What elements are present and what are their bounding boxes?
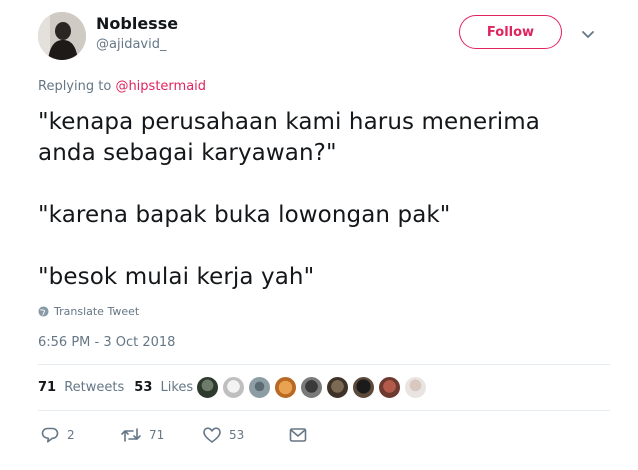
tweet-text: "kenapa perusahaan kami harus menerima a…: [38, 107, 618, 293]
direct-message-icon: [289, 428, 307, 442]
liker-avatar[interactable]: [404, 376, 427, 399]
likes-stat[interactable]: 53 Likes: [134, 380, 193, 395]
direct-message-action[interactable]: [288, 426, 308, 444]
retweet-count: 71: [149, 428, 165, 442]
follow-button[interactable]: Follow: [459, 15, 562, 49]
retweets-stat[interactable]: 71 Retweets: [38, 380, 124, 395]
like-icon: [203, 427, 221, 443]
likes-label: Likes: [160, 380, 194, 395]
liker-avatar[interactable]: [300, 376, 323, 399]
reply-action[interactable]: 2: [40, 426, 120, 444]
tweet-timestamp[interactable]: 6:56 PM - 3 Oct 2018: [38, 335, 175, 350]
liker-avatar[interactable]: [352, 376, 375, 399]
translate-tweet-link[interactable]: Translate Tweet: [38, 305, 139, 318]
liker-avatars: [196, 376, 430, 399]
like-action[interactable]: 53: [202, 426, 288, 444]
reply-count: 2: [67, 428, 75, 442]
retweets-count: 71: [38, 380, 57, 395]
translate-label: Translate Tweet: [54, 305, 140, 318]
liker-avatar[interactable]: [222, 376, 245, 399]
translate-globe-icon: [38, 306, 49, 317]
reply-icon: [41, 427, 59, 443]
reply-context: Replying to @hipstermaid: [38, 79, 206, 94]
divider: [38, 364, 610, 365]
engagement-stats: 71 Retweets 53 Likes: [38, 380, 203, 395]
retweets-label: Retweets: [64, 380, 125, 395]
author-handle[interactable]: @ajidavid_: [96, 37, 166, 52]
likes-count: 53: [134, 380, 153, 395]
author-display-name[interactable]: Noblesse: [96, 14, 178, 33]
author-avatar[interactable]: [38, 12, 86, 60]
caret-down-icon[interactable]: [580, 26, 596, 39]
tweet-line: anda sebagai karyawan?": [38, 140, 337, 166]
like-count: 53: [229, 428, 245, 442]
tweet-line: "besok mulai kerja yah": [38, 264, 315, 290]
avatar-photo: [38, 12, 86, 60]
liker-avatar[interactable]: [196, 376, 219, 399]
divider: [38, 410, 610, 411]
tweet-actions: 2 71 53: [40, 426, 308, 444]
retweet-action[interactable]: 71: [120, 426, 202, 444]
liker-avatar[interactable]: [248, 376, 271, 399]
liker-avatar[interactable]: [326, 376, 349, 399]
liker-avatar[interactable]: [378, 376, 401, 399]
retweet-icon: [121, 428, 141, 442]
tweet-line: "kenapa perusahaan kami harus menerima: [38, 109, 540, 135]
liker-avatar[interactable]: [274, 376, 297, 399]
tweet-line: "karena bapak buka lowongan pak": [38, 202, 451, 228]
reply-context-prefix: Replying to: [38, 79, 112, 94]
reply-mention-link[interactable]: @hipstermaid: [115, 79, 206, 94]
